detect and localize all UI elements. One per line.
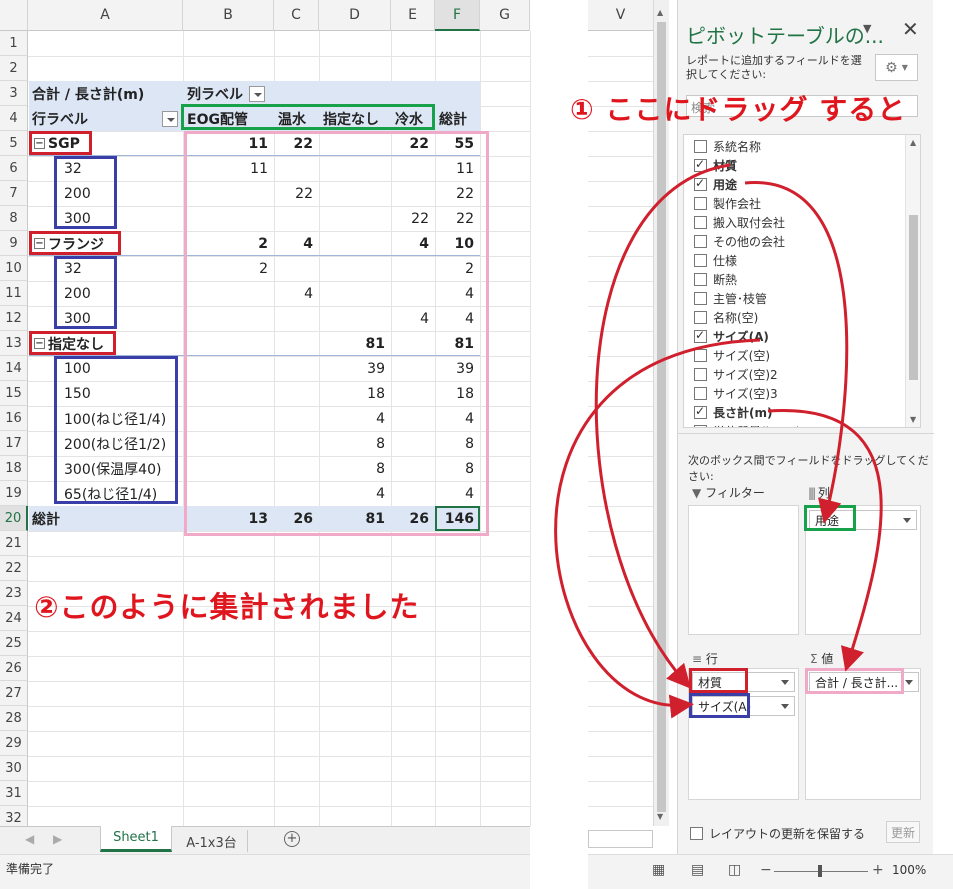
drag-arrows bbox=[554, 163, 883, 719]
arrow-usage-to-columns bbox=[744, 181, 849, 524]
arrow-size-to-rows bbox=[554, 338, 761, 719]
arrow-length-to-values bbox=[767, 409, 883, 672]
arrow-material-to-rows bbox=[594, 163, 731, 689]
